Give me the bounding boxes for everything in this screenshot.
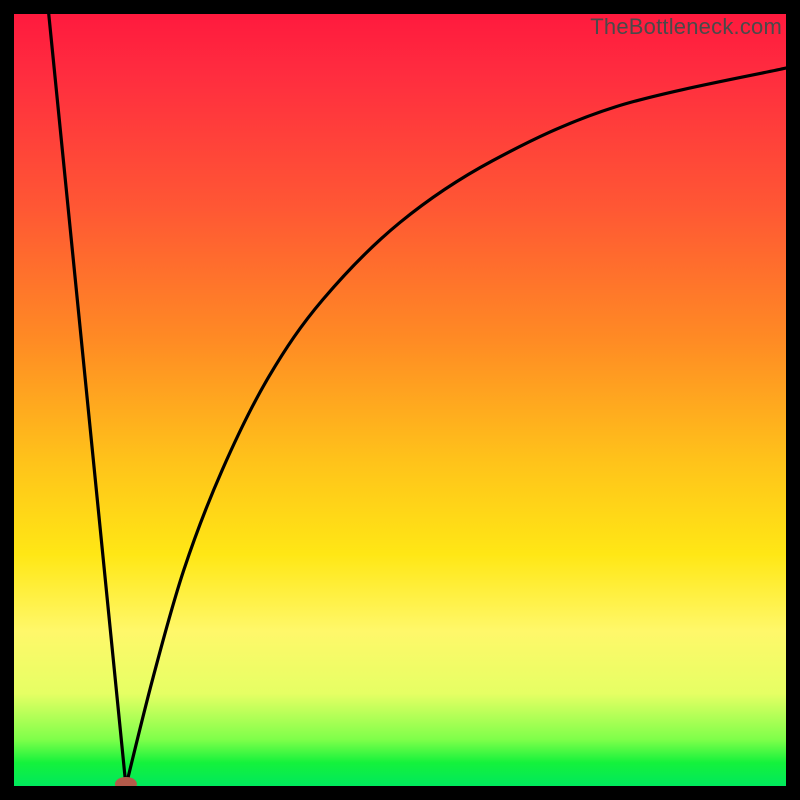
- chart-frame: TheBottleneck.com: [14, 14, 786, 786]
- chart-svg: [14, 14, 786, 786]
- watermark-text: TheBottleneck.com: [590, 14, 782, 40]
- curve-left-branch: [49, 14, 126, 786]
- minimum-marker: [115, 777, 137, 786]
- curve-right-branch: [126, 68, 786, 786]
